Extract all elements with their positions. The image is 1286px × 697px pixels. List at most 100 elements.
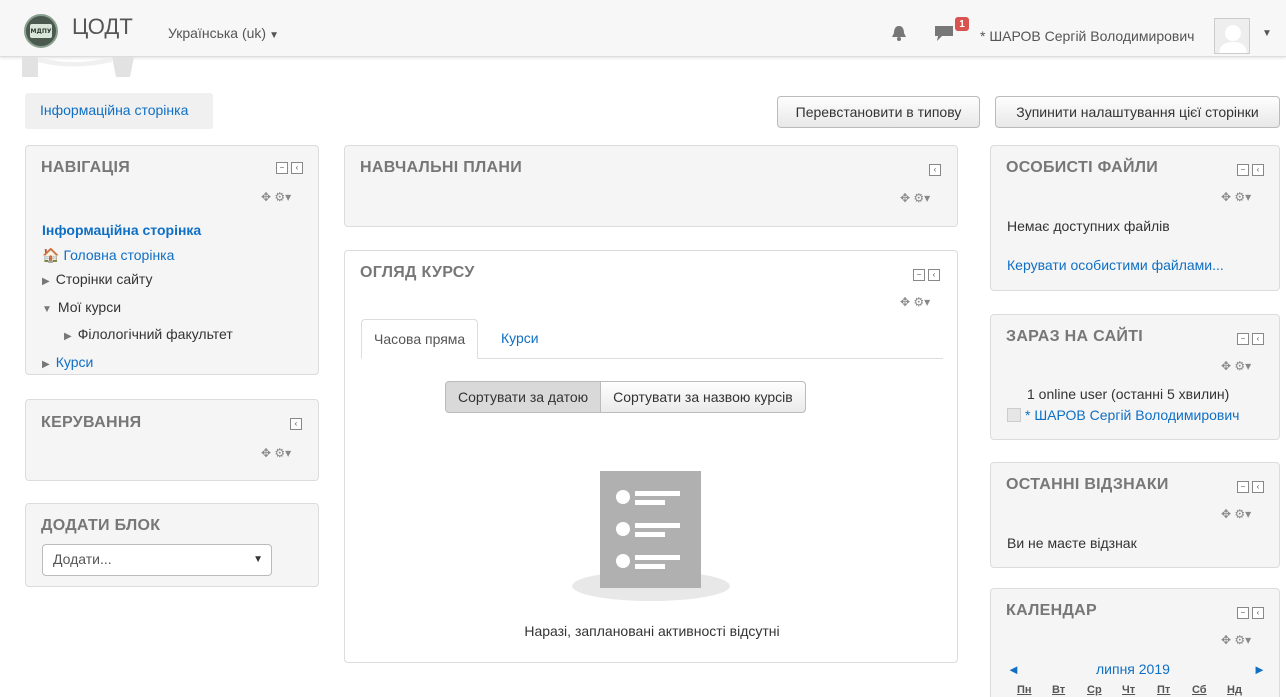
select-value: Додати... (53, 551, 112, 567)
nav-item-current[interactable]: Інформаційна сторінка (42, 218, 233, 243)
online-users-block: ЗАРАЗ НА САЙТІ − ‹ ✥ ⚙▾ 1 online user (о… (990, 314, 1280, 440)
block-title: ДОДАТИ БЛОК (41, 517, 161, 534)
overview-tabs: Часова пряма Курси (361, 319, 943, 359)
tab-courses[interactable]: Курси (489, 319, 551, 359)
dock-icon[interactable]: − (1237, 607, 1249, 619)
dock-icon[interactable]: − (1237, 164, 1249, 176)
move-gear-icons[interactable]: ✥ ⚙▾ (1221, 633, 1251, 647)
nav-item-label: Сторінки сайту (55, 271, 153, 287)
online-user-name: * ШАРОВ Сергій Володимирович (1025, 407, 1240, 423)
caret-down-icon: ▼ (269, 30, 280, 41)
triangle-right-icon: ▶ (42, 276, 50, 287)
triangle-right-icon: ▶ (64, 331, 72, 342)
weekday: Ср (1087, 684, 1102, 696)
move-gear-icons[interactable]: ✥ ⚙▾ (900, 191, 930, 205)
triangle-right-icon: ▶ (42, 358, 50, 370)
block-controls: − ‹ (1237, 333, 1264, 345)
collapse-icon[interactable]: ‹ (290, 418, 302, 430)
move-gear-icons[interactable]: ✥ ⚙▾ (900, 295, 930, 309)
navigation-block: НАВІГАЦІЯ − ‹ ✥ ⚙▾ Інформаційна сторінка… (25, 145, 319, 375)
online-summary: 1 online user (останні 5 хвилин) (1027, 386, 1230, 402)
move-gear-icons[interactable]: ✥ ⚙▾ (1221, 507, 1251, 521)
sort-by-date-button[interactable]: Сортувати за датою (445, 381, 602, 413)
nav-item-courses[interactable]: ▶ Курси (42, 350, 233, 378)
messages-count-badge: 1 (955, 17, 969, 31)
collapse-icon[interactable]: ‹ (1252, 333, 1264, 345)
site-logo[interactable]: МДПУ (24, 14, 58, 48)
move-gear-icons[interactable]: ✥ ⚙▾ (1221, 359, 1251, 373)
block-title: КАЛЕНДАР (1006, 602, 1097, 619)
block-controls: − ‹ (1237, 607, 1264, 619)
recent-badges-block: ОСТАННІ ВІДЗНАКИ − ‹ ✥ ⚙▾ Ви не маєте ві… (990, 462, 1280, 568)
collapse-icon[interactable]: ‹ (1252, 164, 1264, 176)
weekday: Нд (1227, 684, 1242, 696)
stop-customising-button[interactable]: Зупинити налаштування цієї сторінки (995, 96, 1280, 128)
move-gear-icons[interactable]: ✥ ⚙▾ (261, 190, 291, 204)
block-controls: − ‹ (913, 269, 940, 281)
nav-item-label: Курси (55, 353, 94, 370)
dock-icon[interactable]: − (1237, 333, 1249, 345)
block-title: КЕРУВАННЯ (41, 414, 142, 431)
user-silhouette-icon (1215, 19, 1249, 53)
add-block-select[interactable]: Додати... ▼ (42, 544, 272, 576)
bell-icon[interactable] (890, 24, 908, 42)
block-title: НАВЧАЛЬНІ ПЛАНИ (360, 159, 523, 176)
site-brand[interactable]: ЦОДТ (72, 14, 133, 40)
language-menu[interactable]: Українська (uk) ▼ (168, 25, 279, 41)
reset-page-button[interactable]: Перевстановити в типову (777, 96, 980, 128)
collapse-icon[interactable]: ‹ (1252, 607, 1264, 619)
nav-item-label: Головна сторінка (63, 246, 175, 263)
block-controls: − ‹ (276, 162, 303, 174)
collapse-icon[interactable]: ‹ (291, 162, 303, 174)
dock-icon[interactable]: − (1237, 481, 1249, 493)
nav-item-my-courses[interactable]: ▼ Мої курси (42, 295, 233, 323)
nav-item-label: Мої курси (57, 298, 122, 315)
add-block-block: ДОДАТИ БЛОК Додати... ▼ (25, 503, 319, 587)
block-title: ОГЛЯД КУРСУ (360, 264, 475, 281)
triangle-down-icon: ▼ (253, 554, 263, 565)
weekday: Сб (1192, 684, 1207, 696)
top-navbar: МДПУ ЦОДТ Українська (uk) ▼ 1 * ШАРОВ Сер… (0, 0, 1286, 57)
nav-item-faculty[interactable]: ▶ Філологічний факультет (42, 322, 233, 350)
user-avatar-icon (1007, 408, 1021, 422)
tab-timeline[interactable]: Часова пряма (361, 319, 479, 359)
weekday: Вт (1052, 684, 1066, 696)
user-menu-caret-icon[interactable]: ▼ (1262, 28, 1272, 39)
calendar-prev-icon[interactable]: ◄ (1007, 662, 1020, 677)
move-gear-icons[interactable]: ✥ ⚙▾ (261, 446, 291, 460)
home-icon: 🏠 (42, 246, 60, 263)
calendar-next-icon[interactable]: ► (1253, 662, 1266, 677)
user-name[interactable]: * ШАРОВ Сергій Володимирович (980, 28, 1194, 44)
private-files-block: ОСОБИСТІ ФАЙЛИ − ‹ ✥ ⚙▾ Немає доступних … (990, 145, 1280, 291)
nav-tree: Інформаційна сторінка 🏠 Головна сторінка … (42, 218, 233, 377)
course-overview-block: ОГЛЯД КУРСУ − ‹ ✥ ⚙▾ Часова пряма Курси … (344, 250, 958, 663)
collapse-icon[interactable]: ‹ (928, 269, 940, 281)
administration-block: КЕРУВАННЯ ‹ ✥ ⚙▾ (25, 399, 319, 481)
block-controls: ‹ (290, 418, 302, 430)
collapse-icon[interactable]: ‹ (1252, 481, 1264, 493)
nav-item-site-pages[interactable]: ▶ Сторінки сайту (42, 267, 233, 295)
learning-plans-block: НАВЧАЛЬНІ ПЛАНИ ‹ ✥ ⚙▾ (344, 145, 958, 227)
empty-message: Наразі, заплановані активності відсутні (524, 623, 780, 639)
weekday: Пт (1157, 684, 1171, 696)
block-title: ОСТАННІ ВІДЗНАКИ (1006, 476, 1169, 493)
dock-icon[interactable]: − (276, 162, 288, 174)
breadcrumb[interactable]: Інформаційна сторінка (25, 93, 213, 129)
speech-bubble-icon[interactable] (934, 24, 954, 42)
header-watermark-icon (22, 57, 134, 77)
language-label: Українська (uk) (168, 25, 267, 41)
empty-list-illustration-icon (572, 471, 730, 601)
calendar-weekdays: Пн Вт Ср Чт Пт Сб Нд (1017, 684, 1262, 696)
manage-files-link[interactable]: Керувати особистими файлами... (1007, 257, 1224, 273)
sort-by-name-button[interactable]: Сортувати за назвою курсів (601, 381, 806, 413)
avatar[interactable] (1214, 18, 1250, 54)
sort-toggle: Сортувати за датою Сортувати за назвою к… (445, 381, 806, 413)
move-gear-icons[interactable]: ✥ ⚙▾ (1221, 190, 1251, 204)
online-user-item[interactable]: * ШАРОВ Сергій Володимирович (1007, 407, 1239, 423)
calendar-month[interactable]: липня 2019 (1096, 661, 1170, 677)
triangle-down-icon: ▼ (42, 303, 52, 315)
collapse-icon[interactable]: ‹ (929, 164, 941, 176)
nav-item-home[interactable]: 🏠 Головна сторінка (42, 243, 233, 268)
dock-icon[interactable]: − (913, 269, 925, 281)
calendar-block: КАЛЕНДАР − ‹ ✥ ⚙▾ ◄ липня 2019 ► Пн Вт С… (990, 588, 1280, 697)
